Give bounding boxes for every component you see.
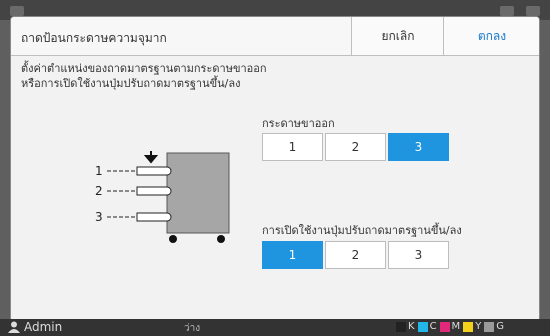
tray-body (166, 152, 230, 234)
dialog-description: ตั้งค่าตำแหน่งของถาดมาตรฐานตามกระดาษขาออ… (21, 61, 267, 91)
tray-slot-2: 2 (95, 184, 172, 198)
user-indicator[interactable]: Admin (8, 320, 62, 334)
paper-output-option-3[interactable]: 3 (388, 133, 449, 161)
updown-option-3[interactable]: 3 (388, 241, 449, 269)
tray-wheel-right (217, 235, 225, 243)
paper-output-option-2[interactable]: 2 (325, 133, 386, 161)
user-name: Admin (24, 320, 63, 334)
tray-slot-1: 1 (95, 164, 172, 178)
home-icon[interactable] (10, 6, 24, 16)
ink-m: M (439, 321, 460, 332)
user-icon (8, 321, 20, 333)
tray-label-3: 3 (95, 210, 103, 224)
tray-wheel-left (169, 235, 177, 243)
dialog-title: ถาดป้อนกระดาษความจุมาก (21, 31, 167, 45)
tray-label-2: 2 (95, 184, 103, 198)
ink-levels: K C M Y G (396, 321, 504, 332)
tray-label-1: 1 (95, 164, 103, 178)
info-icon[interactable] (526, 6, 540, 16)
description-line-2: หรือการเปิดใช้งานปุ่มปรับถาดมาตรฐานขึ้น/… (21, 77, 241, 90)
tray-slot-3: 3 (95, 210, 172, 224)
updown-option-1[interactable]: 1 (262, 241, 323, 269)
ink-k: K (396, 321, 415, 332)
status-bar: Admin ว่าง K C M Y G (0, 319, 550, 336)
updown-option-2[interactable]: 2 (325, 241, 386, 269)
cancel-button[interactable]: ยกเลิก (351, 17, 444, 55)
ink-c: C (417, 321, 437, 332)
updown-selector: 1 2 3 (262, 241, 451, 269)
paper-output-selector: 1 2 3 (262, 133, 451, 161)
ink-y: Y (463, 321, 481, 332)
down-arrow-icon (143, 151, 159, 164)
tray-dialog: ถาดป้อนกระดาษความจุมาก ยกเลิก ตกลง ตั้งค… (10, 16, 540, 322)
description-line-1: ตั้งค่าตำแหน่งของถาดมาตรฐานตามกระดาษขาออ… (21, 62, 267, 75)
dialog-header: ถาดป้อนกระดาษความจุมาก ยกเลิก ตกลง (11, 17, 539, 56)
menu-icon[interactable] (500, 6, 514, 16)
paper-output-label: กระดาษขาออก (262, 117, 335, 130)
ok-button[interactable]: ตกลง (443, 17, 539, 55)
machine-status: ว่าง (184, 323, 201, 334)
updown-label: การเปิดใช้งานปุ่มปรับถาดมาตรฐานขึ้น/ลง (262, 224, 462, 237)
tray-diagram: 1 2 3 (95, 151, 230, 243)
ink-g: G (484, 321, 504, 332)
paper-output-option-1[interactable]: 1 (262, 133, 323, 161)
